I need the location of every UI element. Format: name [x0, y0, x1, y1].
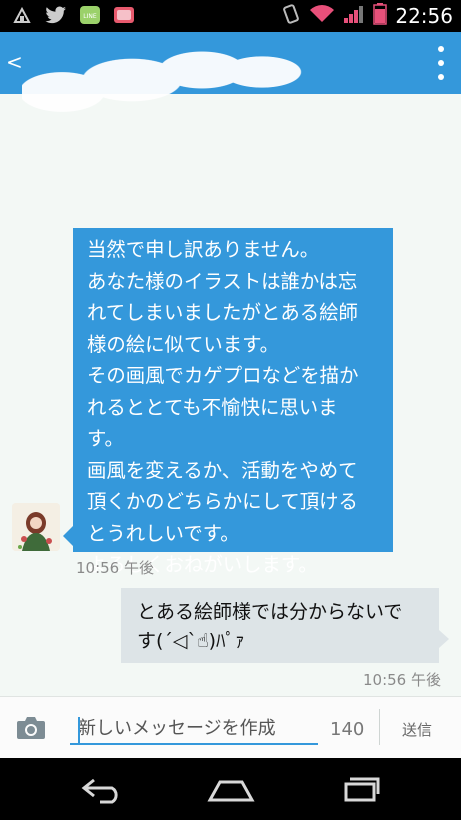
message-line: す。: [87, 427, 124, 450]
outgoing-message-bubble[interactable]: とある絵師様では分からないで す(´◁`☝)ﾊﾟｧ: [121, 588, 439, 663]
system-icons: 22:56: [281, 3, 453, 29]
back-chevron-icon[interactable]: <: [6, 50, 23, 74]
message-line: 様の絵に似ています。: [87, 332, 279, 356]
message-line: その画風でカゲプロなどを描か: [87, 364, 359, 387]
wifi-icon: [309, 4, 335, 28]
message-line: とうれしいです。: [87, 521, 240, 545]
avatar[interactable]: [12, 503, 60, 551]
message-input[interactable]: [70, 713, 318, 745]
vibrate-icon: [281, 3, 301, 29]
send-button[interactable]: 送信: [402, 719, 432, 740]
home-icon[interactable]: [206, 774, 256, 804]
message-composer: 140 送信: [0, 696, 461, 759]
svg-text:LINE: LINE: [83, 13, 97, 20]
incoming-timestamp: 10:56 午後: [76, 559, 154, 577]
status-clock: 22:56: [395, 4, 453, 28]
text-caret: [78, 717, 80, 743]
overflow-menu-icon[interactable]: [437, 46, 445, 80]
incoming-message-bubble[interactable]: 当然で申し訳ありません。 あなた様のイラストは誰かは忘 れてしまいましたがとある…: [73, 228, 393, 576]
back-icon[interactable]: [78, 774, 128, 804]
navigation-bar: [0, 758, 461, 820]
recycle-notification-icon: [10, 4, 34, 26]
battery-icon: [373, 3, 388, 29]
app-notification-icon: [112, 4, 136, 26]
status-bar: LINE 22:56: [0, 0, 461, 32]
line-icon: LINE: [78, 4, 102, 26]
composer-divider: [379, 709, 380, 745]
signal-icon: [343, 4, 365, 28]
notification-icons: LINE: [10, 4, 136, 26]
message-line: す(´◁`☝)ﾊﾟｧ: [137, 630, 245, 652]
outgoing-timestamp: 10:56 午後: [363, 671, 441, 689]
message-line: 当然で申し訳ありません。: [87, 238, 320, 261]
message-line: とある絵師様では分からないで: [137, 601, 403, 623]
redacted-title: [22, 42, 312, 122]
camera-icon[interactable]: [16, 715, 46, 741]
message-line: 頂くかのどちらかにして頂ける: [87, 490, 358, 513]
message-line: れてしまいましたがとある絵師: [87, 301, 358, 324]
incoming-bubble-tail: [63, 526, 73, 546]
message-line: あなた様のイラストは誰かは忘: [87, 269, 358, 293]
message-line: 画風を変えるか、活動をやめて: [87, 458, 358, 482]
recents-icon[interactable]: [334, 774, 384, 804]
character-count: 140: [330, 719, 365, 740]
action-bar: <: [0, 32, 461, 122]
twitter-icon: [44, 4, 68, 26]
outgoing-bubble-tail: [439, 630, 449, 648]
message-line: れるととても不愉快に思いま: [87, 395, 338, 419]
